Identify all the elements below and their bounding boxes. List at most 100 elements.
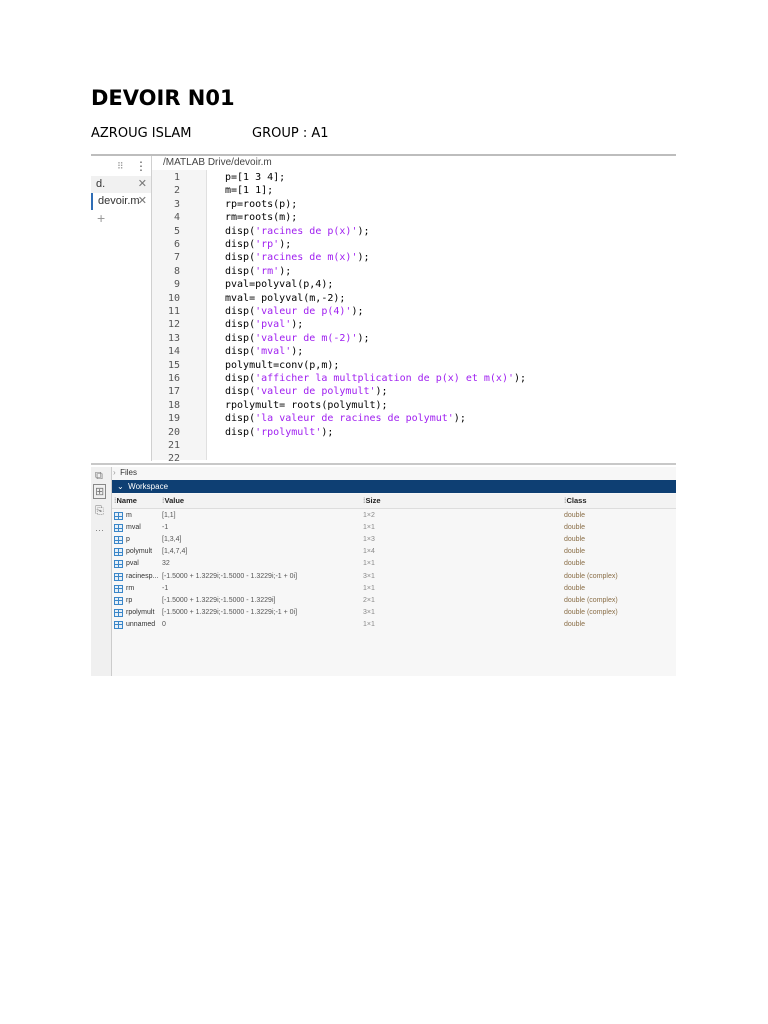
code-line[interactable]: disp('valeur de p(4)'); [225,306,363,317]
variable-class: double [564,548,586,556]
line-number: 16 [167,373,180,384]
column-header-value[interactable]: ⁞Value [162,494,184,508]
code-line[interactable]: disp('racines de p(x)'); [225,226,370,237]
string-literal: 'valeur de p(4)' [255,306,352,317]
variable-class: double [564,620,586,628]
variable-size: 1×1 [363,584,375,592]
more-icon[interactable]: ··· [95,525,104,535]
variable-name: rp [126,596,133,604]
workspace-row[interactable]: rp [-1.5000 + 1.3229i;-1.5000 - 1.3229i] 2… [112,595,676,607]
table-header [112,494,676,509]
clipboard-icon[interactable]: ⎘ [95,505,104,518]
column-header-name[interactable]: ⁞Name [114,494,137,508]
code-line[interactable]: m=[1 1]; [225,185,273,196]
column-label: Name [116,496,137,505]
workspace-row[interactable]: pval 32 1×1 double [112,558,676,570]
code-token: ); [453,413,466,425]
workspace-row[interactable]: rm -1 1×1 double [112,583,676,595]
code-token: disp( [225,319,256,331]
variable-matrix-icon [114,596,123,605]
document-title: DEVOIR N01 [91,86,235,110]
code-editor[interactable]: 1 2 3 4 5 6 7 8 9 10 11 12 13 14 15 16 17 18 19 20 21 22 p=[1… [152,170,676,464]
variable-name: rpolymult [126,608,155,616]
code-line[interactable]: disp('valeur de polymult'); [225,386,388,397]
code-line[interactable]: disp('la valeur de racines de polymut'); [225,413,466,424]
code-line[interactable]: rpolymult= roots(polymult); [225,400,388,411]
line-number: 2 [173,185,180,197]
code-line[interactable]: disp('rm'); [225,266,291,277]
variable-size: 3×1 [363,572,375,580]
close-icon[interactable]: ✕ [138,176,147,193]
code-line[interactable]: p=[1 3 4]; [225,172,285,183]
code-token: disp( [225,386,256,398]
variable-size: 2×1 [363,596,375,604]
workspace-row[interactable]: mval -1 1×1 double [112,522,676,534]
variable-matrix-icon [114,620,123,629]
workspace-row[interactable]: m [1,1] 1×2 double [112,510,676,522]
current-folder-icon[interactable]: ⧉ [95,470,103,483]
file-tab[interactable]: d. ✕ [91,176,151,193]
more-options-icon[interactable]: ⋮ [135,159,147,173]
variable-size: 3×1 [363,608,375,616]
code-token: disp( [225,426,256,438]
code-line[interactable]: disp('pval'); [225,319,303,330]
workspace-row[interactable]: unnamed 0 1×1 double [112,619,676,631]
variable-class: double (complex) [564,596,618,604]
code-token: disp( [225,346,256,358]
workspace-icon[interactable]: ⊞ [93,484,107,499]
workspace-row[interactable]: polymult [1,4,7,4] 1×4 double [112,546,676,558]
line-number-gutter: 1 2 3 4 5 6 7 8 9 10 11 12 13 14 15 16 17 18 19 20 21 22 [152,170,207,464]
code-token: ); [279,239,292,250]
variable-name: unnamed [126,620,156,628]
string-literal: 'rp' [255,239,280,250]
code-line[interactable]: disp('racines de m(x)'); [225,252,370,263]
line-number: 8 [173,265,180,277]
code-line[interactable]: mval= polyval(m,-2); [225,293,345,304]
workspace-panel: ⧉ ⊞ ⎘ ··· › Files ⌄ Workspace ⁞Name ⁞Val… [91,467,676,676]
code-line[interactable]: disp('rpolymult'); [225,427,333,438]
code-line[interactable]: pval=polyval(p,4); [225,279,333,290]
code-line[interactable]: rp=roots(p); [225,199,297,210]
drag-handle-icon[interactable]: ⠿ [117,161,124,172]
code-line[interactable]: disp('rp'); [225,239,291,250]
file-tab-active[interactable]: devoir.m ✕ [91,193,151,210]
column-header-size[interactable]: ⁞Size [363,494,381,508]
workspace-header[interactable]: ⌄ Workspace [112,480,676,493]
variable-name: m [126,512,132,519]
code-token: pval=polyval(p,4); [225,279,334,291]
line-number: 15 [167,359,180,371]
variable-name: p [126,536,130,544]
variable-value: 0 [162,620,166,628]
code-token: disp( [225,265,256,277]
variable-name: pval [126,560,139,568]
workspace-row[interactable]: rpolymult [-1.5000 + 1.3229i;-1.5000 - 1.… [112,607,676,619]
string-literal: 'pval' [255,319,292,331]
column-header-class[interactable]: ⁞Class [564,494,587,508]
file-tab-label: devoir.m [98,195,140,207]
variable-matrix-icon [114,584,123,593]
variable-value: [1,1] [162,512,176,519]
code-token: ); [279,265,292,277]
code-token: ); [357,332,370,344]
code-token: ); [321,426,334,438]
files-section[interactable]: › Files [113,468,137,477]
add-tab-icon[interactable]: + [97,210,105,226]
code-token: disp( [225,413,256,425]
workspace-row[interactable]: racinesp... [-1.5000 + 1.3229i;-1.5000 - … [112,571,676,583]
group-label: GROUP : A1 [252,126,329,141]
code-line[interactable]: polymult=conv(p,m); [225,360,339,371]
variable-size: 1×1 [363,524,375,532]
variable-value: [-1.5000 + 1.3229i;-1.5000 - 1.3229i] [162,596,276,604]
column-label: Class [566,496,587,505]
code-line[interactable]: disp('mval'); [225,346,303,357]
code-token: disp( [225,332,256,344]
code-line[interactable]: rm=roots(m); [225,212,297,223]
close-icon[interactable]: ✕ [138,193,147,210]
code-line[interactable]: disp('valeur de m(-2)'); [225,333,370,344]
author-name: AZROUG ISLAM [91,126,192,141]
workspace-row[interactable]: p [1,3,4] 1×3 double [112,534,676,546]
variable-matrix-icon [114,548,123,557]
variable-size: 1×3 [363,536,375,544]
code-line[interactable]: disp('afficher la multplication de p(x) … [225,373,526,384]
string-literal: 'la valeur de racines de polymut' [255,413,454,425]
